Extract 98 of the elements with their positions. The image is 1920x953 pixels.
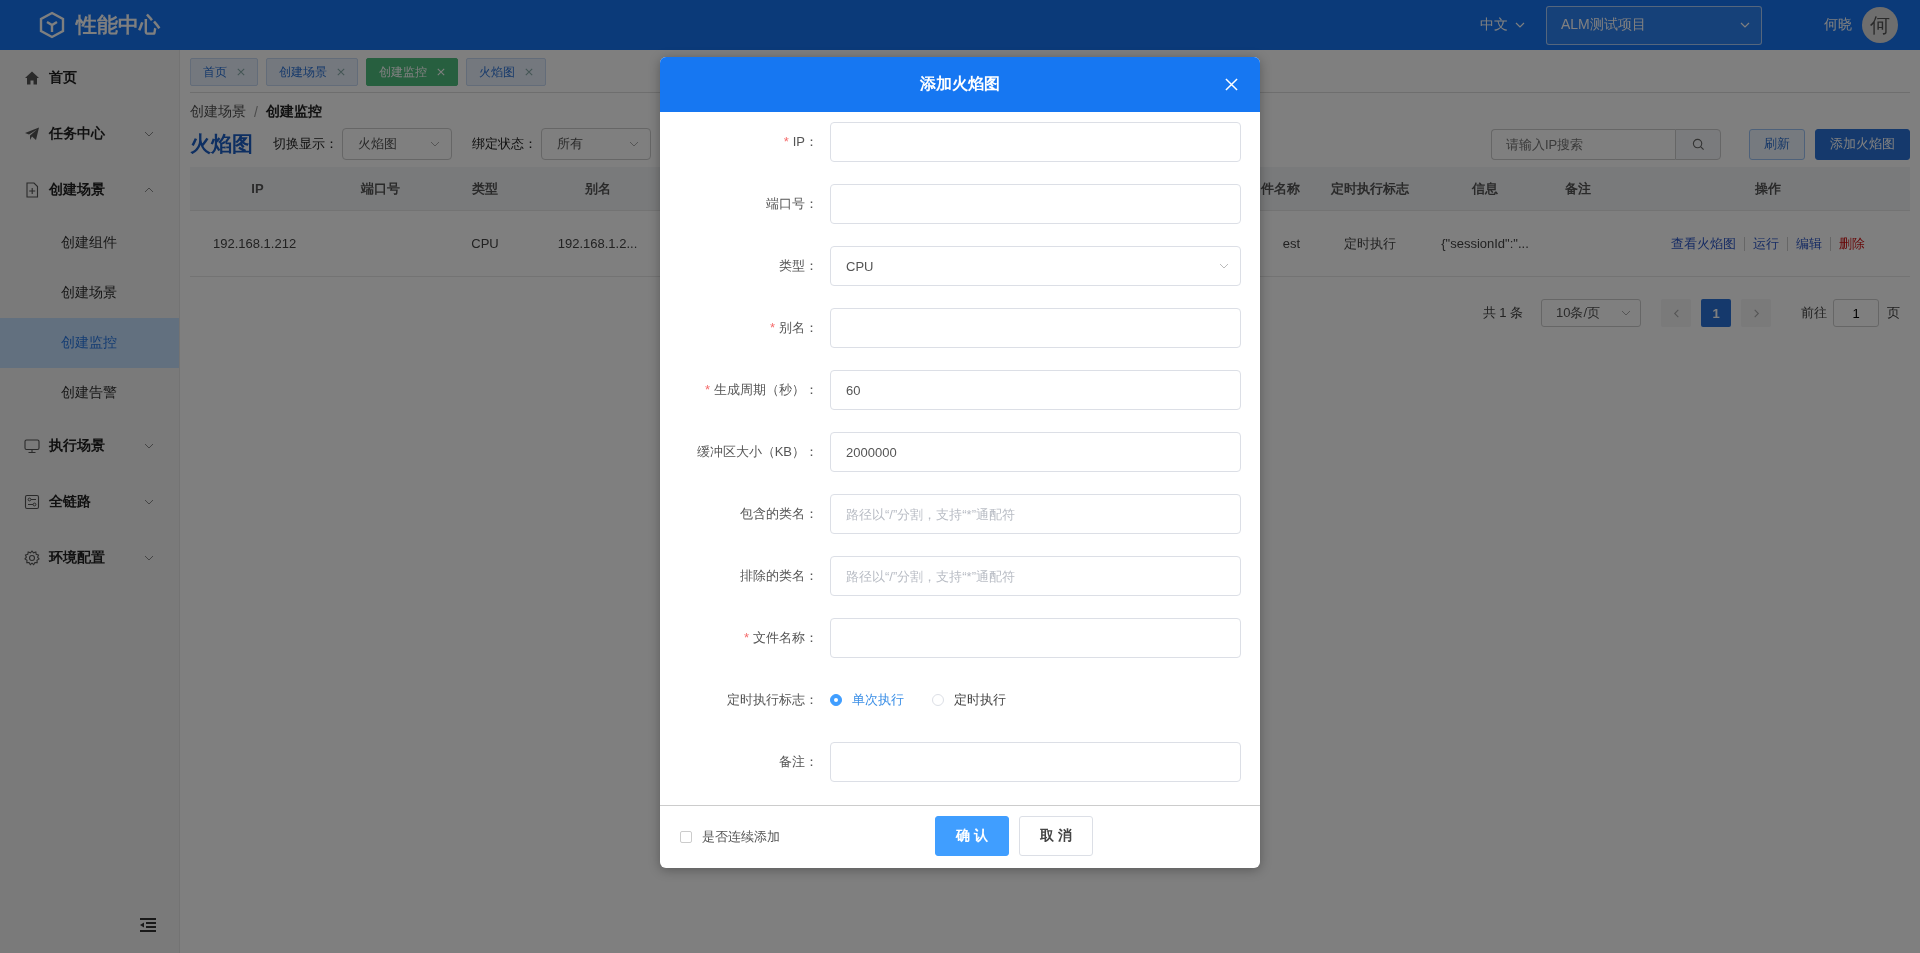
- action-link[interactable]: 编辑: [1795, 234, 1822, 253]
- field-label: * 别名：: [769, 319, 818, 337]
- page-tab[interactable]: 创建场景: [266, 58, 358, 86]
- radio-option[interactable]: 定时执行: [932, 691, 1006, 709]
- breadcrumb-separator: /: [254, 104, 258, 120]
- goto-page-field[interactable]: 1: [1833, 299, 1879, 327]
- page-tab[interactable]: 火焰图: [466, 58, 546, 86]
- next-page-button[interactable]: [1741, 299, 1771, 327]
- filter-label: 切换显示：: [273, 135, 338, 153]
- table-cell: 192.168.1.212: [213, 236, 297, 251]
- type-dropdown[interactable]: CPU: [830, 246, 1241, 286]
- sidebar-subitem[interactable]: 创建组件: [0, 218, 179, 268]
- column-header: 信息: [1472, 179, 1498, 198]
- goto-label: 前往: [1801, 304, 1827, 322]
- column-header: 端口号: [360, 179, 400, 198]
- table-cell: 定时执行: [1344, 234, 1396, 253]
- settings-icon: [24, 550, 40, 566]
- column-header: 件名称: [1261, 179, 1300, 198]
- field-label: 端口号：: [766, 195, 818, 213]
- sidebar-item[interactable]: 任务中心: [0, 106, 179, 162]
- sliders-icon: [24, 494, 40, 510]
- page-title: 火焰图: [190, 131, 253, 157]
- breadcrumb-item: 创建监控: [265, 103, 322, 121]
- close-icon[interactable]: [525, 68, 533, 76]
- field-label: 缓冲区大小（KB）：: [696, 443, 818, 461]
- action-link[interactable]: 运行: [1752, 234, 1779, 253]
- column-header: 备注: [1564, 179, 1591, 198]
- sidebar-item[interactable]: 全链路: [0, 474, 179, 530]
- field-label: 备注：: [779, 753, 818, 771]
- table-cell: 192.168.1.2...: [557, 236, 638, 251]
- page-size-dropdown[interactable]: 10条/页: [1541, 299, 1641, 327]
- sidebar-item[interactable]: 创建场景: [0, 162, 179, 218]
- close-icon[interactable]: [337, 68, 345, 76]
- sidebar-subitem[interactable]: 创建监控: [0, 318, 179, 368]
- cube-logo-icon: [38, 11, 66, 39]
- table-cell: est: [1282, 236, 1300, 251]
- language-dropdown[interactable]: 中文: [1480, 16, 1526, 34]
- filter-label: 绑定状态：: [472, 135, 537, 153]
- breadcrumb-item[interactable]: 创建场景: [190, 103, 246, 121]
- field-label: * IP：: [783, 133, 818, 151]
- total-count: 共 1 条: [1482, 304, 1523, 322]
- column-header: IP: [251, 181, 264, 196]
- search-field[interactable]: 请输入IP搜索: [1491, 128, 1675, 160]
- goto-suffix: 页: [1887, 304, 1900, 322]
- continuous-add-checkbox[interactable]: 是否连续添加: [680, 828, 780, 846]
- paper-plane-icon: [24, 126, 40, 142]
- sidebar-subitem[interactable]: 创建告警: [0, 368, 179, 418]
- add-button[interactable]: 添加火焰图: [1815, 128, 1910, 160]
- input-field[interactable]: 路径以“/”分割，支持“*”通配符: [830, 556, 1241, 596]
- home-icon: [24, 70, 40, 86]
- delete-link[interactable]: 删除: [1838, 234, 1865, 253]
- dialog-title: 添加火焰图: [920, 74, 1000, 94]
- field-label: * 生成周期（秒）：: [704, 381, 818, 399]
- user-name: 何晓: [1824, 16, 1852, 34]
- sidebar-item[interactable]: 环境配置: [0, 530, 179, 586]
- page-number[interactable]: 1: [1701, 299, 1731, 327]
- field-label: 排除的类名：: [740, 567, 818, 585]
- user-avatar[interactable]: 何: [1862, 7, 1898, 43]
- table-cell: {"sessionId":"...: [1441, 236, 1529, 251]
- monitor-icon: [24, 438, 40, 454]
- input-field[interactable]: 路径以“/”分割，支持“*”通配符: [830, 494, 1241, 534]
- action-link[interactable]: 查看火焰图: [1670, 234, 1736, 253]
- field-label: 定时执行标志：: [727, 691, 818, 709]
- document-plus-icon: [24, 182, 40, 198]
- input-field[interactable]: [830, 308, 1241, 348]
- search-icon: [1691, 137, 1705, 151]
- input-field[interactable]: 60: [830, 370, 1241, 410]
- field-label: 类型：: [779, 257, 818, 275]
- sidebar-subitem[interactable]: 创建场景: [0, 268, 179, 318]
- table-cell: CPU: [471, 236, 499, 251]
- search-button[interactable]: [1675, 128, 1721, 160]
- sidebar-item[interactable]: 执行场景: [0, 418, 179, 474]
- input-field[interactable]: [830, 742, 1241, 782]
- radio-option[interactable]: 单次执行: [830, 691, 904, 709]
- previous-page-button[interactable]: [1661, 299, 1691, 327]
- column-header: 定时执行标志: [1331, 179, 1409, 198]
- input-field[interactable]: [830, 618, 1241, 658]
- column-header: 别名: [584, 179, 611, 198]
- chevron-right-icon: [1751, 308, 1761, 318]
- field-label: 包含的类名：: [740, 505, 818, 523]
- cancel-button[interactable]: 取 消: [1019, 816, 1093, 856]
- refresh-button[interactable]: 刷新: [1749, 128, 1805, 160]
- page-tab[interactable]: 创建监控: [366, 58, 458, 86]
- close-icon[interactable]: [237, 68, 245, 76]
- input-field[interactable]: 2000000: [830, 432, 1241, 472]
- filter-dropdown[interactable]: 所有: [541, 128, 651, 160]
- sidebar-item[interactable]: 首页: [0, 50, 179, 106]
- app-title: 性能中心: [76, 12, 160, 38]
- collapse-menu-icon[interactable]: [139, 917, 157, 933]
- confirm-button[interactable]: 确 认: [935, 816, 1009, 856]
- filter-dropdown[interactable]: 火焰图: [342, 128, 452, 160]
- page-tab[interactable]: 首页: [190, 58, 258, 86]
- column-header: 操作: [1754, 179, 1781, 198]
- field-label: * 文件名称：: [743, 629, 818, 647]
- input-field[interactable]: [830, 184, 1241, 224]
- input-field[interactable]: [830, 122, 1241, 162]
- chevron-left-icon: [1671, 308, 1681, 318]
- column-header: 类型: [472, 179, 498, 198]
